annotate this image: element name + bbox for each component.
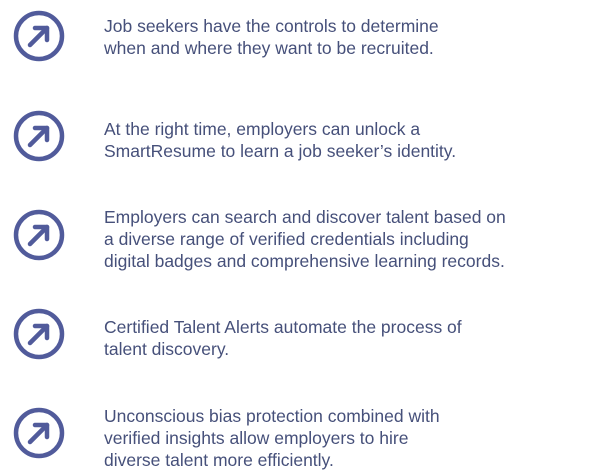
feature-text-line: verified insights allow employers to hir… [104,428,409,448]
feature-text-1: Job seekers have the controls to determi… [104,15,604,59]
feature-text-4: Certified Talent Alerts automate the pro… [104,316,604,360]
feature-text-line: when and where they want to be recruited… [104,38,434,58]
feature-list: Job seekers have the controls to determi… [0,0,607,473]
feature-text-line: At the right time, employers can unlock … [104,119,421,139]
feature-text-line: digital badges and comprehensive learnin… [104,251,505,271]
feature-text-2: At the right time, employers can unlock … [104,118,604,162]
feature-text-5: Unconscious bias protection combined wit… [104,405,604,471]
feature-text-line: Employers can search and discover talent… [104,207,506,227]
feature-text-line: diverse talent more efficiently. [104,450,334,470]
arrow-up-right-circle-icon [13,110,65,162]
feature-text-line: Certified Talent Alerts automate the pro… [104,317,462,337]
feature-text-line: a diverse range of verified credentials … [104,229,469,249]
arrow-up-right-circle-icon [13,308,65,360]
arrow-up-right-circle-icon [13,407,65,459]
feature-text-line: SmartResume to learn a job seeker’s iden… [104,141,457,161]
feature-text-line: talent discovery. [104,339,230,359]
feature-text-line: Unconscious bias protection combined wit… [104,406,440,426]
feature-text-line: Job seekers have the controls to determi… [104,16,439,36]
feature-text-3: Employers can search and discover talent… [104,206,604,272]
arrow-up-right-circle-icon [13,209,65,261]
arrow-up-right-circle-icon [13,10,65,62]
